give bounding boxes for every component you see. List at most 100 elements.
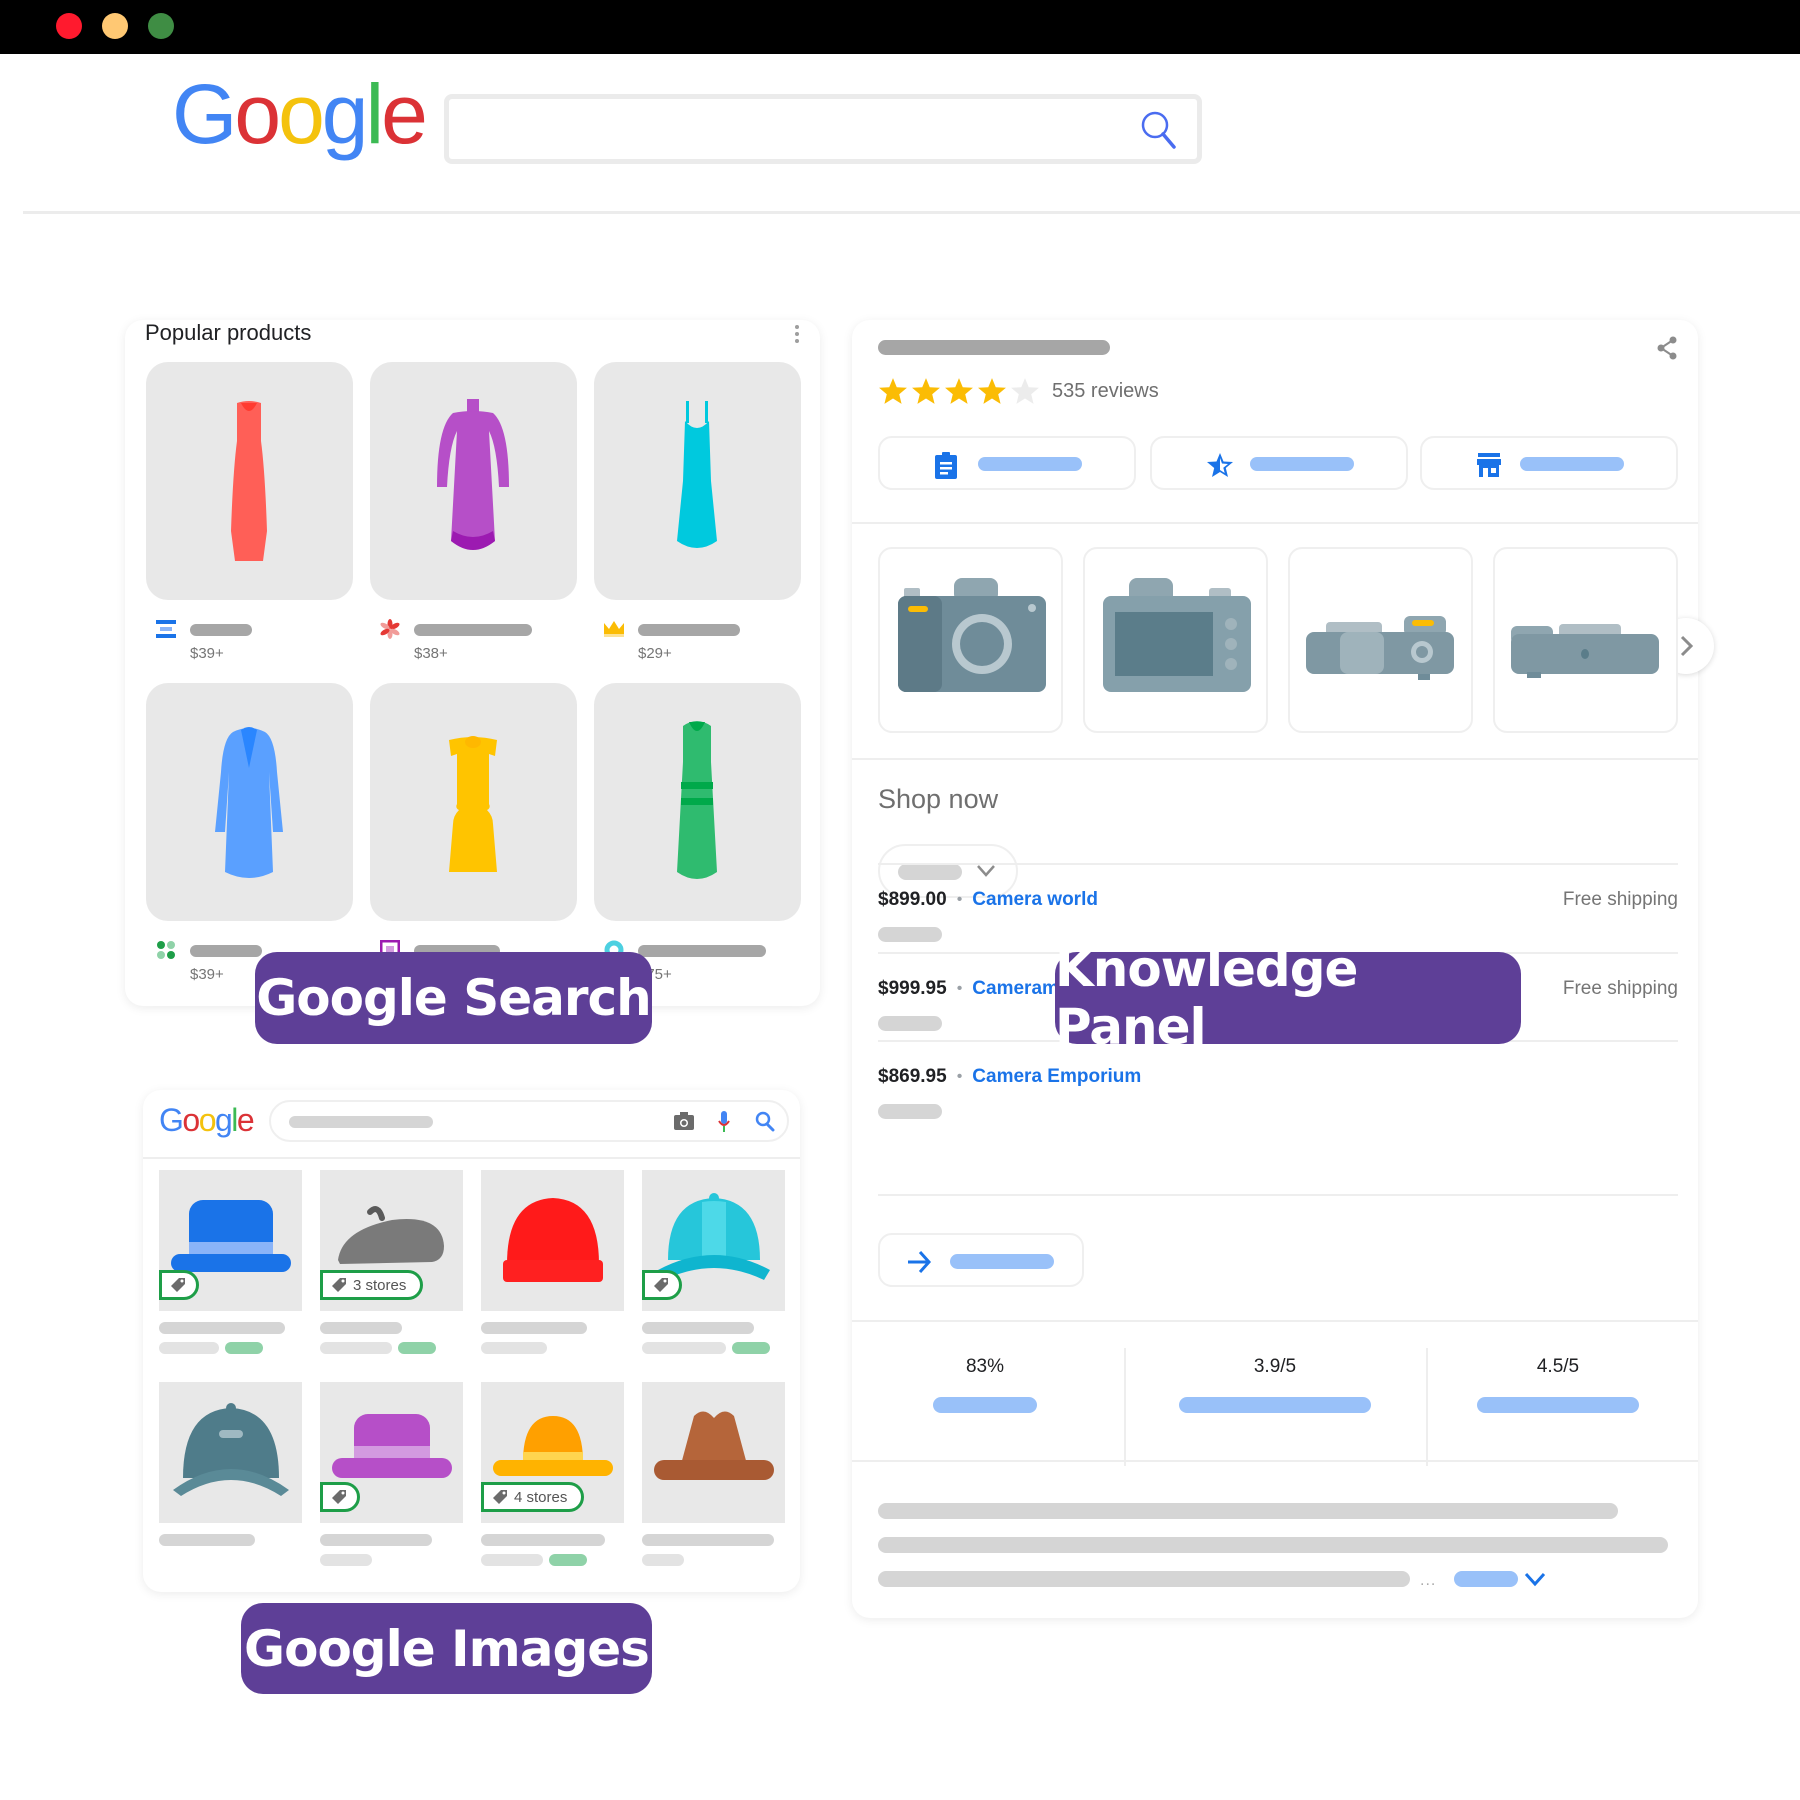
description-line-placeholder: [878, 1537, 1668, 1553]
image-result-tile[interactable]: 3 stores: [320, 1170, 463, 1311]
google-logo[interactable]: Google: [172, 67, 428, 161]
logo-letter: o: [198, 1102, 217, 1138]
result-source-placeholder: [320, 1554, 372, 1566]
store-icon: [1477, 453, 1501, 477]
action-button-overview[interactable]: [878, 436, 1136, 490]
knowledge-panel-label: Knowledge Panel: [1055, 940, 1521, 1056]
product-tile[interactable]: [370, 683, 577, 921]
image-result-tile[interactable]: [481, 1170, 624, 1311]
camera-bottom-image: [1499, 553, 1675, 731]
clipboard-icon: [935, 452, 957, 479]
image-result-tile[interactable]: [642, 1170, 785, 1311]
result-source-placeholder: [642, 1554, 684, 1566]
offer-store-link[interactable]: Camera Emporium: [972, 1066, 1141, 1088]
stats-divider: [1124, 1348, 1126, 1466]
logo-letter: o: [234, 67, 281, 161]
product-image-red-dress: [189, 381, 309, 581]
action-button-reviews[interactable]: [1150, 436, 1408, 490]
logo-letter: o: [278, 67, 325, 161]
logo-letter: g: [321, 67, 369, 161]
result-title-placeholder: [481, 1534, 605, 1546]
section-divider: [852, 1460, 1698, 1462]
button-label-placeholder: [978, 457, 1082, 471]
store-count-tag[interactable]: [642, 1270, 682, 1300]
product-image-thumb[interactable]: [878, 547, 1063, 733]
store-count-tag[interactable]: [320, 1482, 360, 1512]
store-count-label: 4 stores: [514, 1488, 568, 1506]
image-result-tile[interactable]: [320, 1382, 463, 1523]
logo-letter: o: [182, 1102, 200, 1138]
logo-letter: e: [236, 1102, 255, 1138]
more-offers-button[interactable]: [878, 1233, 1084, 1287]
product-tile[interactable]: [594, 362, 801, 600]
product-tile[interactable]: [146, 683, 353, 921]
result-title-placeholder: [320, 1534, 432, 1546]
minimize-window-button[interactable]: [102, 13, 128, 39]
store-count-tag[interactable]: 3 stores: [320, 1270, 424, 1300]
filter-value-placeholder: [898, 864, 962, 880]
result-source-placeholder: [320, 1342, 392, 1354]
product-tile[interactable]: [594, 683, 801, 921]
store-count-tag[interactable]: [159, 1270, 199, 1300]
more-vert-icon[interactable]: [793, 324, 801, 346]
microphone-icon[interactable]: [717, 1110, 731, 1134]
share-icon[interactable]: [1656, 336, 1678, 360]
camera-search-icon[interactable]: [673, 1111, 695, 1131]
image-result-tile[interactable]: 4 stores: [481, 1382, 624, 1523]
product-name-placeholder[interactable]: [190, 945, 262, 957]
stat-value: 3.9/5: [1253, 1356, 1297, 1377]
result-title-placeholder: [320, 1322, 402, 1334]
logo-letter: e: [381, 67, 428, 161]
price-tag-icon: [493, 1490, 507, 1504]
close-window-button[interactable]: [56, 13, 82, 39]
result-price-placeholder: [732, 1342, 770, 1354]
product-tile[interactable]: [146, 362, 353, 600]
search-icon[interactable]: [1139, 109, 1179, 151]
image-result-tile[interactable]: [159, 1170, 302, 1311]
product-image-yellow-dress: [413, 702, 533, 902]
stat-value: 83%: [965, 1356, 1005, 1377]
google-search-label: Google Search: [255, 952, 652, 1044]
product-image-thumb[interactable]: [1288, 547, 1473, 733]
product-name-placeholder[interactable]: [638, 945, 766, 957]
store-count-label: 3 stores: [353, 1276, 407, 1294]
read-more-link[interactable]: [1454, 1571, 1518, 1587]
result-title-placeholder: [642, 1534, 774, 1546]
offer-divider: [878, 863, 1678, 865]
images-search-input[interactable]: [269, 1100, 789, 1142]
logo-letter: G: [159, 1102, 184, 1138]
product-image-thumb[interactable]: [1493, 547, 1678, 733]
search-icon[interactable]: [755, 1111, 775, 1133]
offer-price: $899.00: [878, 889, 947, 910]
store-logo-green-dots-icon: [156, 940, 176, 960]
product-price: $38+: [414, 645, 448, 662]
logo-letter: l: [365, 67, 385, 161]
store-count-tag[interactable]: 4 stores: [481, 1482, 585, 1512]
product-price: $39+: [190, 645, 224, 662]
product-name-placeholder[interactable]: [190, 624, 252, 636]
product-tile[interactable]: [370, 362, 577, 600]
offer-divider: [878, 1194, 1678, 1196]
product-name-placeholder[interactable]: [414, 624, 532, 636]
chevron-down-icon[interactable]: [1524, 1571, 1546, 1587]
product-name-placeholder[interactable]: [638, 624, 740, 636]
popular-products-title: Popular products: [145, 320, 312, 345]
action-button-stores[interactable]: [1420, 436, 1678, 490]
star-filled-icon: [878, 376, 908, 406]
image-result-tile[interactable]: [642, 1382, 785, 1523]
camera-front-image: [884, 553, 1060, 731]
product-image-thumb[interactable]: [1083, 547, 1268, 733]
product-image-green-dress: [637, 702, 757, 902]
image-result-tile[interactable]: [159, 1382, 302, 1523]
google-images-logo[interactable]: Google: [159, 1102, 255, 1138]
result-price-placeholder: [398, 1342, 436, 1354]
search-input[interactable]: [444, 94, 1202, 164]
section-divider: [852, 1320, 1698, 1322]
offer-store-link[interactable]: Camera world: [972, 889, 1098, 911]
product-price: $29+: [638, 645, 672, 662]
reviews-count[interactable]: 535 reviews: [1052, 380, 1159, 403]
maximize-window-button[interactable]: [148, 13, 174, 39]
star-filled-icon: [944, 376, 974, 406]
arrow-right-icon: [908, 1250, 932, 1274]
result-title-placeholder: [159, 1534, 255, 1546]
